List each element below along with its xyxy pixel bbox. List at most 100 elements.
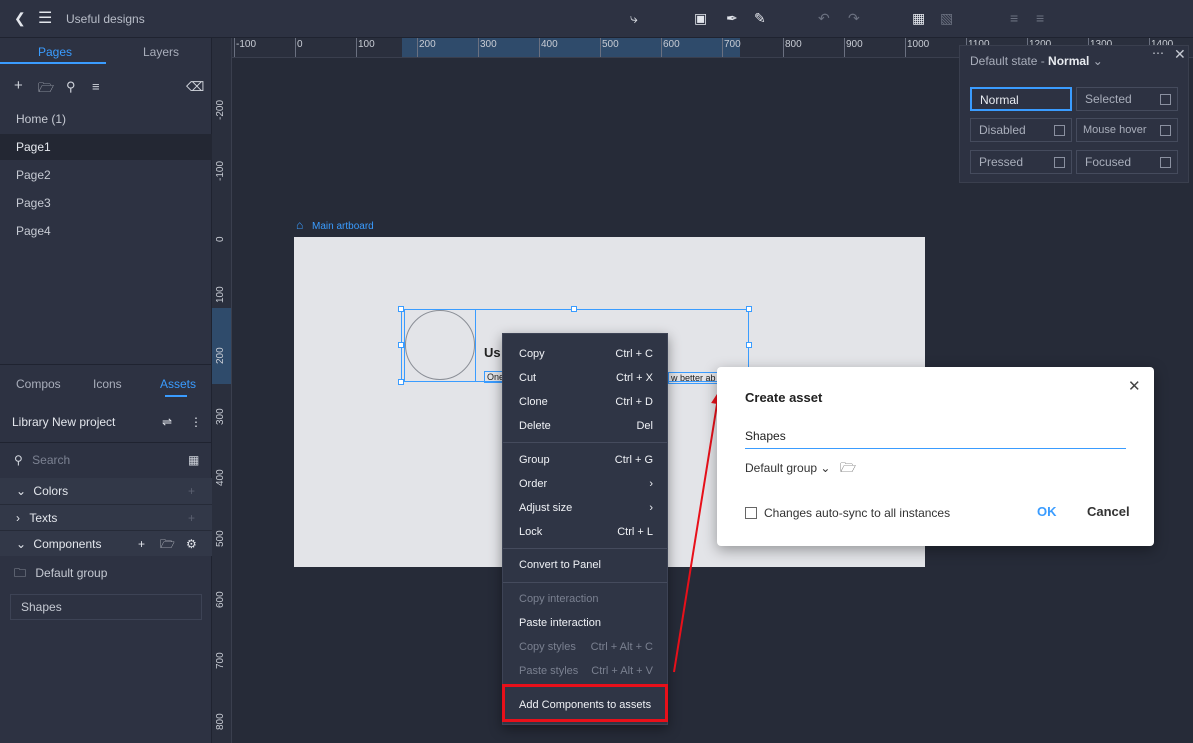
distribute-icon[interactable]: ≡: [1036, 10, 1044, 26]
back-icon[interactable]: ❮: [14, 10, 26, 27]
close-icon[interactable]: ✕: [1128, 377, 1141, 395]
state-checkbox[interactable]: [1160, 157, 1171, 168]
menu-item-copy-styles[interactable]: Copy styles Ctrl + Alt + C: [519, 635, 653, 659]
page-item-page3[interactable]: Page3: [0, 190, 212, 216]
add-page-icon[interactable]: +: [14, 77, 23, 94]
circle-shape[interactable]: [405, 310, 475, 380]
menu-shortcut: Ctrl + D: [615, 396, 653, 408]
menu-item-clone[interactable]: Clone Ctrl + D: [519, 390, 653, 414]
tab-pages-underline: [0, 62, 106, 64]
page-item-page4[interactable]: Page4: [0, 218, 212, 244]
more-horizontal-icon[interactable]: ⋯: [1152, 46, 1164, 60]
resize-handle[interactable]: [398, 342, 404, 348]
state-checkbox[interactable]: [1160, 94, 1171, 105]
page-item-page2[interactable]: Page2: [0, 162, 212, 188]
menu-item-convert-to-panel[interactable]: Convert to Panel: [519, 553, 653, 577]
more-vertical-icon[interactable]: ⋮: [190, 409, 202, 435]
state-checkbox[interactable]: [1160, 125, 1171, 136]
search-icon[interactable]: ⚲: [66, 79, 76, 95]
ok-button[interactable]: OK: [1037, 504, 1057, 519]
undo-icon[interactable]: ↶: [818, 10, 830, 27]
menu-item-adjust-size[interactable]: Adjust size ›: [519, 496, 653, 520]
settings-icon[interactable]: ⚙: [186, 531, 197, 557]
state-checkbox[interactable]: [1054, 157, 1065, 168]
tab-pages[interactable]: Pages: [38, 45, 72, 59]
artboard-add-icon[interactable]: ▣: [694, 10, 707, 27]
resize-handle[interactable]: [746, 342, 752, 348]
resize-handle[interactable]: [398, 379, 404, 385]
state-checkbox[interactable]: [1054, 125, 1065, 136]
group-dropdown[interactable]: Default group ⌄: [745, 461, 830, 475]
menu-label: Clone: [519, 396, 548, 408]
add-color-icon[interactable]: +: [188, 478, 195, 504]
ruler-top-label: 400: [541, 39, 558, 50]
state-mouse-hover[interactable]: Mouse hover: [1076, 118, 1178, 142]
resize-handle[interactable]: [571, 306, 577, 312]
pencil-icon[interactable]: ✎: [754, 10, 766, 27]
redo-icon[interactable]: ↷: [848, 10, 860, 27]
frame-icon[interactable]: ▦: [912, 10, 925, 27]
chevron-right-icon: ›: [16, 511, 20, 525]
menu-item-copy[interactable]: Copy Ctrl + C: [519, 342, 653, 366]
connector-icon[interactable]: ⤷: [630, 10, 638, 27]
tab-icons[interactable]: Icons: [93, 377, 122, 391]
delete-icon[interactable]: ⌫: [186, 79, 204, 95]
menu-item-paste-interaction[interactable]: Paste interaction: [519, 611, 653, 635]
library-selector[interactable]: Library New project ⇌ ⋮: [0, 409, 212, 435]
tab-compos[interactable]: Compos: [16, 377, 61, 391]
grid-view-icon[interactable]: ▦: [188, 447, 199, 473]
asset-name-input[interactable]: Shapes: [745, 429, 1126, 449]
menu-shortcut: Ctrl + L: [617, 526, 653, 538]
default-group[interactable]: 🗀 Default group: [0, 560, 212, 586]
frame-alt-icon[interactable]: ▧: [940, 10, 953, 27]
menu-icon[interactable]: ☰: [38, 8, 52, 28]
page-item-page1[interactable]: Page1: [0, 134, 212, 160]
ruler-left-label: 0: [215, 236, 226, 242]
state-label: Disabled: [979, 123, 1026, 137]
menu-item-cut[interactable]: Cut Ctrl + X: [519, 366, 653, 390]
cancel-button[interactable]: Cancel: [1087, 504, 1130, 519]
state-normal[interactable]: Normal: [970, 87, 1072, 111]
state-pressed[interactable]: Pressed: [970, 150, 1072, 174]
list-order-icon[interactable]: ≡: [92, 79, 100, 94]
asset-item-shapes[interactable]: Shapes: [10, 594, 202, 620]
resize-handle[interactable]: [398, 306, 404, 312]
add-folder-icon[interactable]: 🗁: [160, 531, 175, 557]
asset-search[interactable]: ⚲ Search ▦: [0, 447, 212, 473]
align-center-icon[interactable]: ≡: [1010, 10, 1018, 26]
ruler-left-label: 700: [215, 652, 226, 669]
ruler-tick: [722, 38, 723, 57]
add-folder-icon[interactable]: 🗁: [38, 79, 54, 101]
page-item-home[interactable]: Home (1): [0, 106, 212, 132]
ruler-left-label: 300: [215, 408, 226, 425]
swap-icon[interactable]: ⇌: [162, 409, 172, 435]
auto-sync-checkbox[interactable]: [745, 507, 757, 519]
add-component-icon[interactable]: +: [138, 531, 145, 557]
section-colors[interactable]: ⌄ Colors +: [0, 478, 212, 504]
tab-assets[interactable]: Assets: [160, 377, 196, 391]
menu-item-order[interactable]: Order ›: [519, 472, 653, 496]
pen-icon[interactable]: ✒: [726, 10, 738, 27]
menu-item-lock[interactable]: Lock Ctrl + L: [519, 520, 653, 544]
menu-item-paste-styles[interactable]: Paste styles Ctrl + Alt + V: [519, 659, 653, 683]
search-input[interactable]: Search: [32, 453, 70, 467]
artboard-label[interactable]: ⌂ Main artboard: [296, 218, 374, 232]
section-texts[interactable]: › Texts +: [0, 504, 212, 530]
close-icon[interactable]: ✕: [1174, 46, 1186, 63]
add-text-icon[interactable]: +: [188, 505, 195, 531]
state-header-value: Normal: [1048, 54, 1090, 68]
section-components[interactable]: ⌄ Components + 🗁 ⚙: [0, 530, 212, 556]
chevron-down-icon: ⌄: [1092, 54, 1103, 68]
state-selected[interactable]: Selected: [1076, 87, 1178, 111]
tab-layers[interactable]: Layers: [143, 45, 179, 59]
state-disabled[interactable]: Disabled: [970, 118, 1072, 142]
section-texts-label: Texts: [29, 511, 58, 525]
menu-item-delete[interactable]: Delete Del: [519, 414, 653, 438]
menu-shortcut: Ctrl + Alt + V: [591, 665, 653, 677]
menu-item-copy-interaction[interactable]: Copy interaction: [519, 587, 653, 611]
menu-item-group[interactable]: Group Ctrl + G: [519, 448, 653, 472]
state-panel-header[interactable]: Default state - Normal ⌄: [970, 54, 1103, 68]
resize-handle[interactable]: [746, 306, 752, 312]
state-focused[interactable]: Focused: [1076, 150, 1178, 174]
add-folder-icon[interactable]: 🗁: [840, 459, 856, 481]
